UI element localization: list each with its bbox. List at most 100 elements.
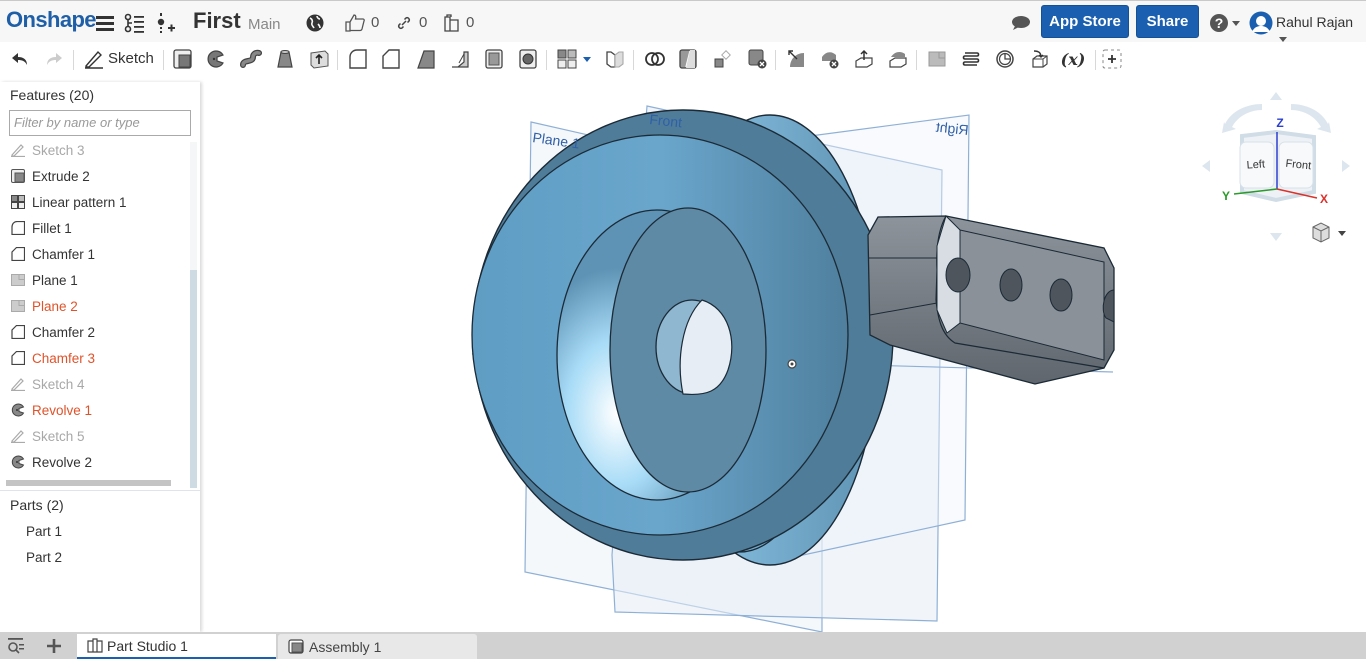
add-custom-feature-button[interactable]	[1100, 47, 1124, 71]
boolean-button[interactable]	[643, 47, 667, 71]
rib-button[interactable]	[448, 47, 472, 71]
replace-face-button[interactable]	[886, 47, 910, 71]
plane-icon	[928, 51, 946, 67]
comment-icon[interactable]	[1010, 12, 1032, 34]
toolbar-divider	[546, 50, 547, 70]
link-icon[interactable]	[393, 12, 415, 34]
chamfer-icon	[382, 49, 400, 69]
tab-search-icon	[8, 638, 24, 654]
split-button[interactable]	[676, 47, 700, 71]
view-cube[interactable]: Left Front Z Y X	[1198, 88, 1358, 253]
3d-viewport[interactable]: Plane 1 Front Right	[205, 78, 1366, 632]
feature-label: Sketch 3	[32, 142, 85, 158]
hole-button[interactable]	[516, 47, 540, 71]
replace-face-icon	[889, 52, 907, 68]
shell-button[interactable]	[482, 47, 506, 71]
feature-list-panel: Features (20) Filter by name or type Ske…	[0, 82, 200, 632]
plane-button[interactable]	[925, 47, 949, 71]
move-face-button[interactable]	[852, 47, 876, 71]
mirror-button[interactable]	[603, 47, 627, 71]
fillet-button[interactable]	[346, 47, 370, 71]
feature-label: Extrude 2	[32, 168, 90, 184]
extrude-button[interactable]	[171, 47, 195, 71]
feature-filter-input[interactable]: Filter by name or type	[9, 110, 191, 136]
revolve-button[interactable]	[204, 47, 228, 71]
variable-button[interactable]: (x)	[1058, 47, 1088, 71]
delete-part-icon	[748, 49, 767, 69]
hamburger-menu-icon[interactable]	[94, 12, 116, 34]
thicken-icon	[310, 50, 329, 69]
transform-button[interactable]	[711, 47, 735, 71]
add-tab-button[interactable]	[44, 637, 64, 655]
create-branch-icon[interactable]	[155, 12, 177, 34]
part-item[interactable]: Part 2	[26, 550, 62, 565]
fillet-icon	[10, 220, 26, 236]
tab-part-studio-1[interactable]: Part Studio 1	[77, 634, 276, 659]
feature-item[interactable]: Chamfer 3	[10, 347, 95, 369]
undo-button[interactable]	[8, 47, 32, 71]
helix-button[interactable]	[959, 47, 983, 71]
sketch-label[interactable]: Sketch	[108, 50, 154, 67]
roll-ccw-icon	[1222, 104, 1262, 133]
draft-button[interactable]	[414, 47, 438, 71]
thicken-button[interactable]	[307, 47, 331, 71]
linear-pattern-button[interactable]	[555, 47, 579, 71]
loft-button[interactable]	[273, 47, 297, 71]
view-options-menu[interactable]	[1312, 222, 1346, 243]
derived-button[interactable]	[1027, 47, 1051, 71]
feature-label: Sketch 4	[32, 376, 85, 392]
feature-item[interactable]: Chamfer 1	[10, 243, 95, 265]
assembly-icon	[288, 639, 304, 654]
copy-document-icon[interactable]	[441, 12, 463, 34]
globe-icon[interactable]	[304, 12, 326, 34]
tab-manager-button[interactable]	[6, 637, 26, 655]
feature-toolbar: Sketch (x)	[0, 42, 1366, 76]
feature-list-scrollbar-thumb[interactable]	[190, 270, 197, 488]
feature-item[interactable]: Sketch 3	[10, 139, 85, 161]
links-count: 0	[419, 14, 428, 31]
feature-item[interactable]: Chamfer 2	[10, 321, 95, 343]
feature-item[interactable]: Linear pattern 1	[10, 191, 127, 213]
linear-pattern-icon	[557, 49, 577, 69]
onshape-logo[interactable]: Onshape	[6, 7, 97, 33]
axis-label-x: X	[1320, 192, 1328, 206]
feature-item[interactable]: Sketch 4	[10, 373, 85, 395]
chamfer-icon	[10, 246, 26, 262]
avatar[interactable]	[1249, 11, 1273, 35]
chevron-down-icon	[1231, 20, 1240, 26]
pattern-dropdown[interactable]	[580, 47, 594, 71]
sketch-button[interactable]	[82, 47, 106, 71]
feature-item[interactable]: Plane 2	[10, 295, 78, 317]
part-studio-icon	[87, 638, 103, 653]
like-icon[interactable]	[344, 12, 366, 34]
document-title[interactable]: First	[193, 8, 241, 34]
feature-item[interactable]: Extrude 2	[10, 165, 90, 187]
modify-fillet-button[interactable]	[784, 47, 808, 71]
part-item[interactable]: Part 1	[26, 524, 62, 539]
rotate-right-icon	[1342, 160, 1350, 172]
redo-button[interactable]	[42, 47, 66, 71]
share-button[interactable]: Share	[1136, 5, 1199, 38]
feature-item[interactable]: Sketch 5	[10, 425, 85, 447]
chamfer-button[interactable]	[379, 47, 403, 71]
features-heading[interactable]: Features (20)	[10, 87, 94, 103]
version-graph-icon[interactable]	[124, 12, 146, 34]
derived-icon	[1032, 50, 1048, 68]
feature-list-horizontal-scrollbar[interactable]	[6, 480, 171, 486]
help-menu[interactable]: ?	[1207, 12, 1241, 34]
delete-part-button[interactable]	[745, 47, 769, 71]
delete-face-button[interactable]	[818, 47, 842, 71]
app-store-button[interactable]: App Store	[1041, 5, 1129, 38]
tab-assembly-1[interactable]: Assembly 1	[278, 634, 477, 659]
modify-fillet-icon	[788, 50, 804, 67]
delete-face-icon	[822, 52, 839, 69]
feature-item[interactable]: Revolve 2	[10, 451, 92, 473]
linear-pattern-icon	[10, 194, 26, 210]
parts-heading[interactable]: Parts (2)	[10, 497, 64, 513]
sweep-button[interactable]	[239, 47, 263, 71]
fillet-icon	[349, 49, 367, 69]
mate-connector-button[interactable]	[993, 47, 1017, 71]
feature-item[interactable]: Revolve 1	[10, 399, 92, 421]
feature-item[interactable]: Plane 1	[10, 269, 78, 291]
feature-item[interactable]: Fillet 1	[10, 217, 72, 239]
